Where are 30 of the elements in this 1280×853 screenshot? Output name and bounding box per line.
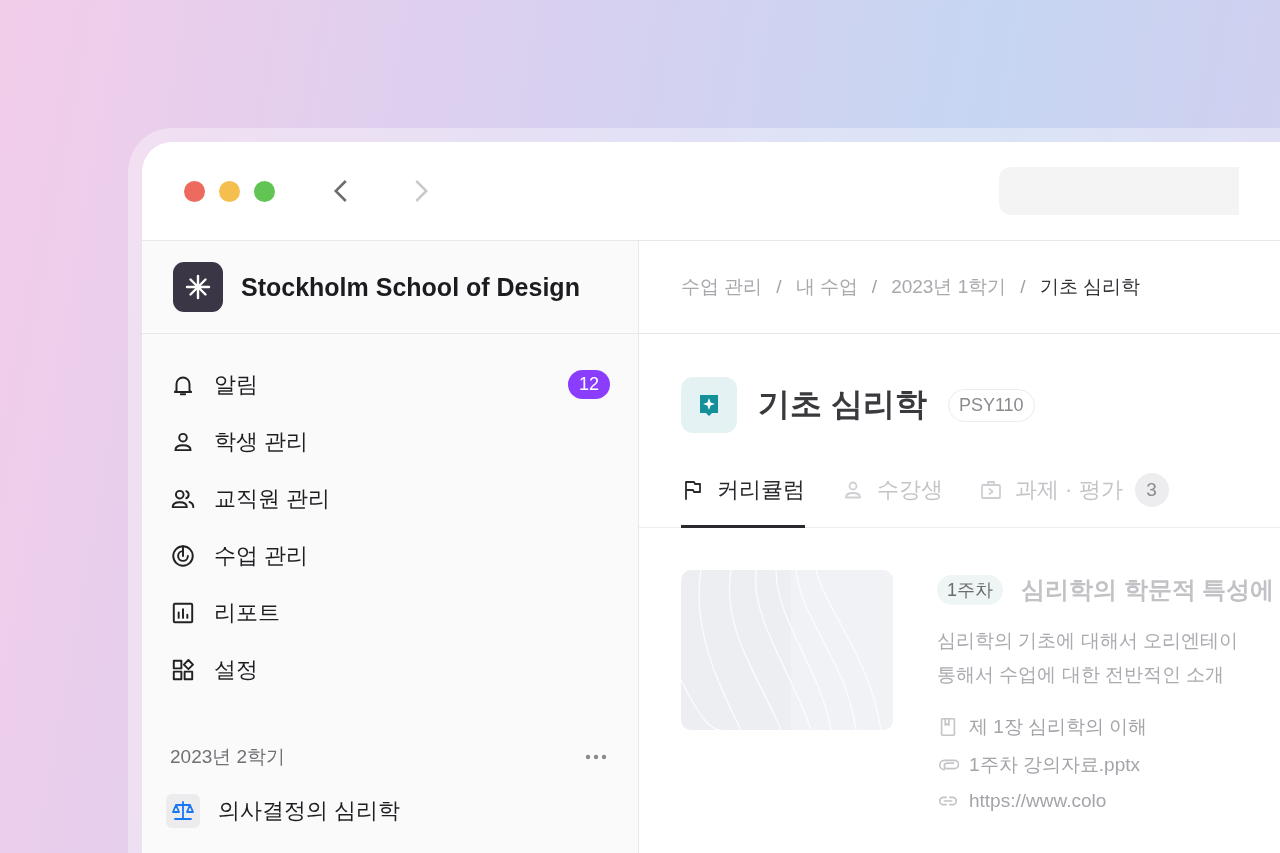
week-label: 1주차	[937, 574, 1003, 605]
shapes-icon	[170, 656, 196, 683]
briefcase-icon	[979, 478, 1003, 502]
breadcrumb-separator: /	[776, 276, 782, 298]
more-icon[interactable]	[585, 754, 607, 760]
snowflake-logo-icon	[173, 262, 223, 312]
breadcrumb-separator: /	[1020, 276, 1026, 298]
breadcrumb-link[interactable]: 기초 심리학	[1039, 274, 1140, 300]
course-title: 기초 심리학	[758, 385, 927, 424]
breadcrumb-separator: /	[871, 276, 878, 298]
target-icon	[170, 542, 196, 569]
lesson-title: 심리학의 학문적 특성에	[1021, 574, 1275, 605]
sidebar-item[interactable]: 수업 관리	[170, 527, 610, 584]
description-line: 심리학의 기초에 대해서 오리엔테이	[937, 628, 1239, 653]
notification-count: 12	[567, 370, 610, 399]
minimize-button[interactable]	[219, 180, 240, 202]
scale-icon	[171, 798, 195, 823]
sidebar-item[interactable]: 리포트	[170, 584, 610, 641]
close-button[interactable]	[184, 180, 205, 202]
zoom-button[interactable]	[254, 180, 275, 202]
sidebar-item[interactable]: 알림 12	[170, 356, 610, 413]
sidebar-item[interactable]: 학생 관리	[170, 413, 610, 470]
course-item[interactable]: 의사결정의 심리학	[166, 782, 610, 839]
section-title: 2023년 2학기	[170, 745, 286, 769]
sparkle-icon	[681, 377, 737, 433]
tab[interactable]: 커리큘럼	[681, 473, 805, 528]
sidebar-item[interactable]: 설정	[170, 641, 610, 698]
description-line: 통해서 수업에 대한 전반적인 소개	[937, 662, 1226, 687]
sidebar-item[interactable]: 교직원 관리	[170, 470, 610, 527]
school-name: Stockholm School of Design	[241, 272, 580, 302]
